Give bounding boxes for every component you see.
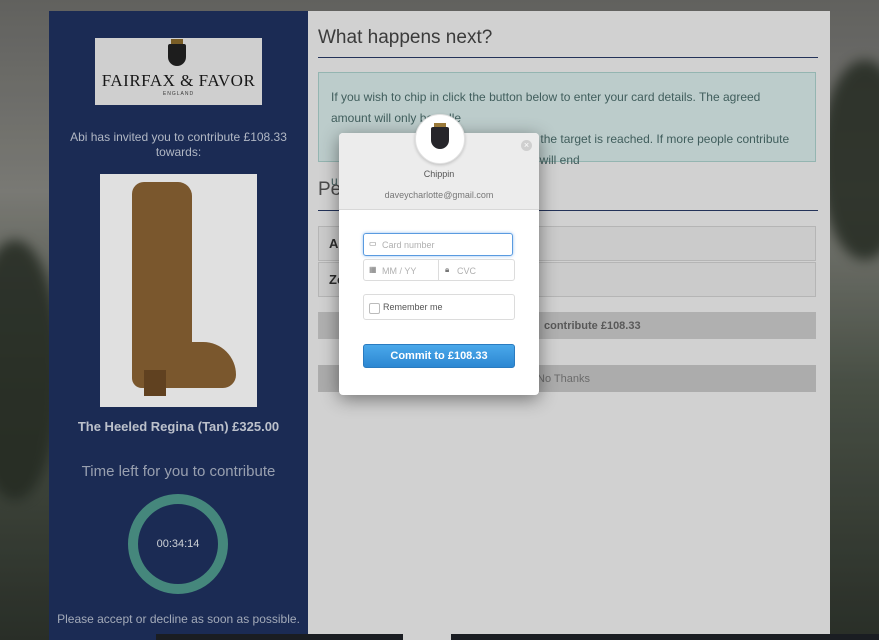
user-email: daveycharlotte@gmail.com: [384, 190, 494, 200]
bottom-bar: [156, 634, 403, 640]
payment-modal: × Chippin daveycharlotte@gmail.com ▭ ▦ 🔒…: [339, 133, 539, 395]
cvc-field[interactable]: 🔒︎: [438, 259, 515, 281]
calendar-icon: ▦: [369, 265, 377, 274]
card-icon: ▭: [369, 239, 377, 248]
card-number-field[interactable]: ▭: [363, 233, 513, 256]
commit-button[interactable]: Commit to £108.33: [363, 344, 515, 368]
merchant-name: Chippin: [423, 169, 455, 179]
cvc-input[interactable]: [457, 266, 507, 276]
bottom-bar: [451, 634, 879, 640]
merchant-avatar: [415, 114, 465, 164]
remember-label: Remember me: [383, 302, 443, 312]
lock-icon: 🔒︎: [445, 265, 450, 274]
card-number-input[interactable]: [382, 240, 502, 250]
remember-me-toggle[interactable]: Remember me: [363, 294, 515, 320]
expiry-input[interactable]: [382, 266, 432, 276]
remember-checkbox[interactable]: [369, 303, 380, 314]
close-icon[interactable]: ×: [521, 140, 532, 151]
expiry-field[interactable]: ▦: [363, 259, 439, 281]
crest-icon: [431, 123, 449, 149]
